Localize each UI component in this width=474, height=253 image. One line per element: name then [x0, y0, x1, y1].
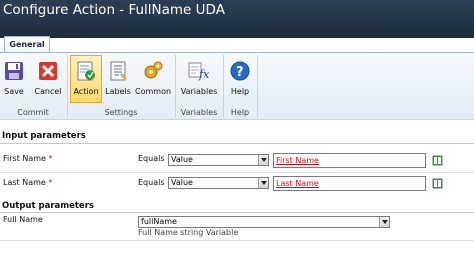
section-divider	[0, 143, 474, 144]
labels-label: Labels	[105, 87, 131, 96]
action-label: Action	[73, 87, 99, 96]
tab-general[interactable]: General	[4, 36, 50, 53]
lookup-icon[interactable]	[432, 155, 443, 166]
svg-text:fx: fx	[198, 68, 210, 81]
last-name-operator: Equals	[138, 178, 165, 187]
window-title: Configure Action - FullName UDA	[3, 2, 225, 18]
row-divider	[0, 240, 474, 241]
group-label-variables: Variables	[180, 108, 218, 117]
group-label-help: Help	[230, 108, 250, 117]
common-button[interactable]: Common	[135, 56, 171, 102]
variables-label: Variables	[180, 87, 218, 96]
labels-icon	[110, 61, 127, 81]
last-name-label: Last Name *	[3, 178, 52, 187]
title-bar: Configure Action - FullName UDA	[0, 0, 474, 38]
group-separator	[257, 55, 258, 118]
full-name-variable-select[interactable]: fullName	[138, 216, 390, 228]
fx-icon: fx	[188, 62, 210, 81]
svg-text:?: ?	[236, 65, 244, 80]
action-icon	[77, 61, 95, 81]
first-name-token[interactable]: First Name	[276, 156, 319, 165]
section-divider	[0, 212, 474, 213]
help-label: Help	[230, 87, 250, 96]
chevron-down-icon[interactable]	[258, 178, 268, 188]
row-divider	[0, 172, 474, 173]
save-button[interactable]: Save	[0, 56, 28, 102]
first-name-label: First Name *	[3, 154, 53, 163]
help-icon: ?	[230, 61, 250, 81]
last-name-type-select[interactable]: Value	[168, 177, 269, 189]
full-name-label: Full Name	[3, 215, 43, 224]
first-name-type-select[interactable]: Value	[168, 154, 269, 166]
last-name-value-field[interactable]: Last Name	[273, 176, 426, 191]
input-parameters-heading: Input parameters	[2, 131, 86, 141]
action-button[interactable]: Action	[70, 55, 102, 103]
last-name-label-text: Last Name	[3, 178, 46, 187]
first-name-type-value: Value	[171, 155, 193, 164]
last-name-type-value: Value	[171, 178, 193, 187]
chevron-down-icon[interactable]	[379, 217, 389, 227]
output-parameters-heading: Output parameters	[2, 201, 94, 211]
required-marker: *	[48, 154, 53, 163]
lookup-icon[interactable]	[432, 178, 443, 189]
full-name-hint: Full Name string Variable	[138, 228, 239, 237]
last-name-token[interactable]: Last Name	[276, 179, 319, 188]
required-marker: *	[48, 178, 53, 187]
full-name-selected-variable: fullName	[141, 217, 177, 226]
help-button[interactable]: ? Help	[226, 56, 254, 102]
save-icon	[5, 62, 23, 80]
first-name-label-text: First Name	[3, 154, 46, 163]
group-label-commit: Commit	[17, 108, 49, 117]
first-name-value-field[interactable]: First Name	[273, 153, 426, 168]
cancel-button[interactable]: Cancel	[32, 56, 64, 102]
labels-button[interactable]: Labels	[104, 56, 132, 102]
chevron-down-icon[interactable]	[258, 155, 268, 165]
variables-button[interactable]: fx Variables	[178, 56, 220, 102]
group-label-settings: Settings	[104, 108, 138, 117]
cancel-icon	[39, 62, 57, 80]
gears-icon	[144, 61, 163, 79]
ribbon-toolbar: Save Cancel Commit Action Labels Common …	[0, 52, 474, 120]
first-name-operator: Equals	[138, 154, 165, 163]
save-label: Save	[4, 87, 24, 96]
cancel-label: Cancel	[34, 87, 62, 96]
common-label: Common	[135, 87, 172, 96]
